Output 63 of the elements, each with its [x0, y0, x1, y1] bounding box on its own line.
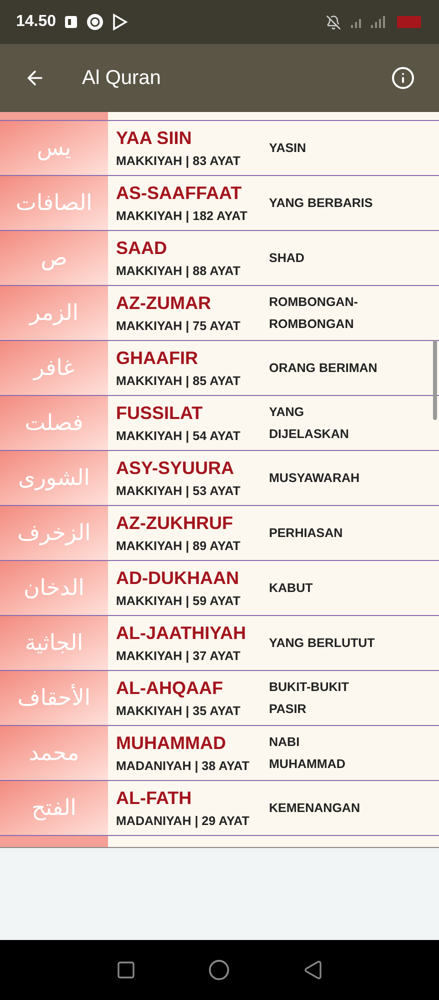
surah-calligraphy: الفتح	[0, 781, 108, 835]
surah-name: MUHAMMAD	[116, 732, 227, 754]
play-store-icon	[112, 13, 128, 31]
surah-meaning: YANG BERBARIS	[269, 195, 373, 212]
surah-calligraphy: محمد	[0, 726, 108, 780]
info-button[interactable]	[391, 66, 415, 90]
surah-name: SAAD	[116, 236, 168, 258]
surah-info: MAKKIYAH | 59 AYAT	[116, 592, 242, 610]
surah-calligraphy: ص	[0, 231, 108, 285]
surah-meaning: NABI MUHAMMAD	[269, 734, 346, 773]
app-title: Al Quran	[82, 66, 162, 91]
surah-calligraphy: الشورى	[0, 451, 108, 505]
surah-calligraphy: الزخرف	[0, 506, 108, 560]
status-time: 14.50	[16, 12, 56, 32]
surah-meaning: KEMENANGAN	[269, 800, 360, 817]
surah-name: AS-SAAFFAAT	[116, 182, 243, 204]
recents-button[interactable]	[116, 960, 136, 980]
surah-calligraphy: فصلت	[0, 396, 108, 450]
surah-info: MAKKIYAH | 85 AYAT	[116, 372, 242, 390]
surah-name: AL-FATH	[116, 786, 193, 808]
surah-name: AL-JAATHIYAH	[116, 622, 248, 644]
surah-name: AZ-ZUKHRUF	[116, 512, 234, 534]
surah-calligraphy: الزمر	[0, 286, 108, 340]
battery-icon	[397, 15, 423, 29]
app-notification-icon	[86, 13, 104, 31]
surah-info: MAKKIYAH | 89 AYAT	[116, 538, 242, 554]
surah-calligraphy: الدخان	[0, 561, 108, 615]
surah-meaning: ORANG BERIMAN	[269, 360, 378, 377]
surah-calligraphy: الجاثية	[0, 616, 108, 670]
surah-meaning: YANG BERLUTUT	[269, 635, 375, 652]
surah-calligraphy: يس	[0, 121, 108, 175]
surah-meaning: SHAD	[269, 250, 304, 267]
surah-meaning: MUSYAWARAH	[269, 470, 360, 487]
surah-info: MAKKIYAH | 54 AYAT	[116, 428, 242, 444]
surah-info: MAKKIYAH | 83 AYAT	[116, 152, 242, 170]
surah-info: MAKKIYAH | 75 AYAT	[116, 318, 242, 334]
surah-meaning: BUKIT-BUKIT PASIR	[269, 679, 350, 718]
surah-info: MAKKIYAH | 88 AYAT	[116, 262, 242, 280]
bell-muted-icon	[326, 14, 341, 30]
surah-calligraphy: الأحقاف	[0, 671, 108, 725]
surah-name: AD-DUKHAAN	[116, 566, 240, 588]
surah-calligraphy: غافر	[0, 341, 108, 395]
surah-calligraphy: الصافات	[0, 176, 108, 230]
home-button[interactable]	[208, 959, 230, 981]
surah-name: ASY-SYUURA	[116, 456, 236, 478]
surah-meaning: YASIN	[269, 140, 306, 157]
surah-name: GHAAFIR	[116, 346, 199, 368]
surah-meaning: YANG DIJELASKAN	[269, 404, 350, 443]
surah-meaning: ROMBONGAN-ROMBONGAN	[269, 294, 359, 333]
surah-name: YAA SIIN	[116, 126, 193, 148]
surah-name: AL-AHQAAF	[116, 676, 224, 698]
surah-meaning: KABUT	[269, 580, 313, 597]
app-notification-icon	[64, 15, 78, 29]
surah-name: AZ-ZUMAR	[116, 292, 212, 314]
surah-meaning: PERHIASAN	[269, 525, 343, 542]
surah-info: MAKKIYAH | 37 AYAT	[116, 648, 242, 664]
surah-info: MADANIYAH | 38 AYAT	[116, 758, 250, 774]
back-nav-button[interactable]	[302, 960, 323, 980]
surah-info: MAKKIYAH | 182 AYAT	[116, 208, 248, 224]
surah-name: FUSSILAT	[116, 402, 204, 424]
surah-info: MAKKIYAH | 35 AYAT	[116, 702, 242, 720]
surah-info: MAKKIYAH | 53 AYAT	[116, 482, 242, 500]
surah-info: MADANIYAH | 29 AYAT	[116, 812, 250, 830]
